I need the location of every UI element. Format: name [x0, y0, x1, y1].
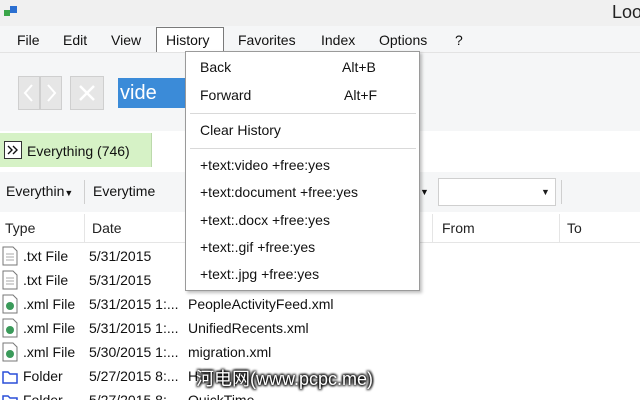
row-type: Folder [23, 368, 63, 384]
double-chevron-right-icon [7, 145, 18, 155]
menu-edit[interactable]: Edit [63, 32, 87, 48]
xml-file-icon [2, 342, 18, 362]
menu-separator [190, 113, 416, 114]
row-name: QuickTime [188, 392, 255, 400]
history-entry[interactable]: +text:.gif +free:yes [200, 239, 315, 255]
menu-history[interactable]: History [166, 32, 210, 48]
menu-help[interactable]: ? [455, 32, 463, 48]
text-file-icon [2, 246, 18, 266]
watermark: 河电网(www.pcpc.me) [196, 369, 374, 389]
xml-file-icon [2, 294, 18, 314]
row-type: .xml File [23, 320, 76, 336]
row-date: 5/31/2015 1:... [89, 320, 179, 336]
chevron-right-icon [47, 84, 57, 102]
history-entry[interactable]: +text:document +free:yes [200, 184, 358, 200]
chevron-down-icon: ▼ [64, 188, 74, 198]
type-filter-dropdown[interactable]: Everythin▼ [6, 183, 73, 199]
row-date: 5/31/2015 [89, 248, 152, 264]
column-divider[interactable] [559, 214, 560, 242]
row-type: Folder [23, 392, 63, 400]
title-bar [0, 0, 640, 26]
back-shortcut: Alt+B [342, 59, 376, 75]
column-to[interactable]: To [567, 220, 582, 236]
close-icon [79, 85, 95, 101]
history-entry[interactable]: +text:.jpg +free:yes [200, 266, 319, 282]
menu-file[interactable]: File [17, 32, 40, 48]
column-from[interactable]: From [442, 220, 475, 236]
row-type: .xml File [23, 344, 76, 360]
column-type[interactable]: Type [5, 220, 35, 236]
table-row[interactable]: .xml File 5/30/2015 1:... migration.xml [0, 340, 640, 364]
row-name: UnifiedRecents.xml [188, 320, 309, 336]
row-type: .txt File [23, 248, 69, 264]
xml-file-icon [2, 318, 18, 338]
menu-favorites[interactable]: Favorites [238, 32, 296, 48]
breadcrumb-label: Everything (746) [27, 143, 130, 159]
row-type: .txt File [23, 272, 69, 288]
type-filter-label: Everythin [6, 183, 65, 199]
table-row[interactable]: .xml File 5/31/2015 1:... UnifiedRecents… [0, 316, 640, 340]
row-name: PeopleActivityFeed.xml [188, 296, 334, 312]
chevron-down-icon[interactable]: ▼ [420, 187, 429, 197]
row-date: 5/27/2015 8:... [89, 392, 179, 400]
column-divider[interactable] [84, 214, 85, 242]
date-filter-dropdown[interactable]: Everytime [93, 183, 155, 199]
column-date[interactable]: Date [92, 220, 122, 236]
menu-item-forward[interactable]: Forward [200, 87, 251, 103]
column-divider[interactable] [432, 214, 433, 242]
row-date: 5/30/2015 1:... [89, 344, 179, 360]
row-date: 5/31/2015 1:... [89, 296, 179, 312]
chevron-down-icon: ▼ [541, 187, 550, 197]
menu-bar [0, 26, 640, 53]
row-date: 5/31/2015 [89, 272, 152, 288]
chevron-left-icon [23, 84, 33, 102]
menu-separator [190, 148, 416, 149]
menu-index[interactable]: Index [321, 32, 355, 48]
menu-view[interactable]: View [111, 32, 141, 48]
row-date: 5/27/2015 8:... [89, 368, 179, 384]
history-entry[interactable]: +text:video +free:yes [200, 157, 330, 173]
forward-button[interactable] [40, 76, 62, 110]
forward-shortcut: Alt+F [344, 87, 378, 103]
filter-divider [561, 180, 562, 204]
filter-dropdown[interactable]: ▼ [438, 178, 556, 206]
table-row[interactable]: .xml File 5/31/2015 1:... PeopleActivity… [0, 292, 640, 316]
folder-icon [2, 371, 18, 384]
clear-search-button[interactable] [70, 76, 104, 110]
text-file-icon [2, 270, 18, 290]
menu-item-clear-history[interactable]: Clear History [200, 122, 281, 138]
row-type: .xml File [23, 296, 76, 312]
back-button[interactable] [18, 76, 40, 110]
filter-divider [84, 180, 85, 204]
expand-icon[interactable] [4, 141, 22, 159]
history-entry[interactable]: +text:.docx +free:yes [200, 212, 330, 228]
menu-item-back[interactable]: Back [200, 59, 231, 75]
menu-options[interactable]: Options [379, 32, 427, 48]
date-filter-label: Everytime [93, 183, 156, 199]
folder-icon [2, 395, 18, 400]
row-name: migration.xml [188, 344, 272, 360]
app-icon [4, 6, 17, 16]
window-title: Loo [612, 2, 640, 22]
